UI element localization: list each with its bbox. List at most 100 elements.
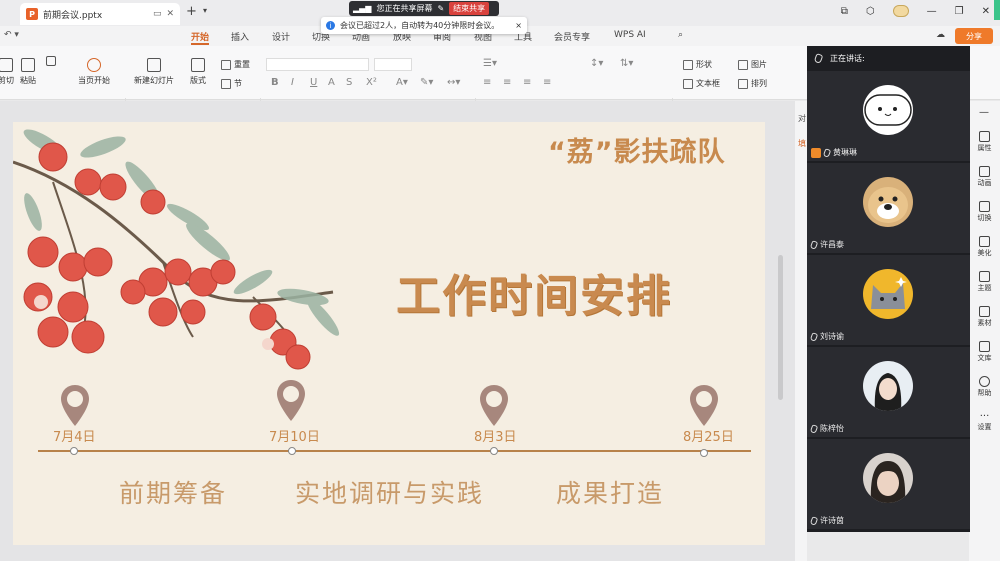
mic-muted-icon xyxy=(822,147,832,158)
signal-icon: ▂▄▆ xyxy=(353,4,372,13)
layout-button[interactable]: 版式 xyxy=(190,58,206,86)
image-icon xyxy=(738,59,748,70)
new-slide-label: 新建幻灯片 xyxy=(134,76,174,85)
sidebar-item-assets[interactable]: 素材 xyxy=(969,306,1000,328)
search-icon[interactable]: ⌕ xyxy=(678,30,683,40)
copy-icon xyxy=(46,56,56,66)
back-icon[interactable]: ↶ ▾ xyxy=(4,30,19,40)
user-avatar[interactable] xyxy=(892,5,909,17)
close-window-icon[interactable]: ✕ xyxy=(982,6,990,17)
sidebar-item-theme[interactable]: 主题 xyxy=(969,271,1000,293)
font-size-select[interactable] xyxy=(374,58,412,71)
participant-tile[interactable]: 刘诗谕 xyxy=(807,255,970,345)
avatar xyxy=(863,85,913,135)
pane-tab-label[interactable]: 填 xyxy=(798,138,806,149)
bold-icon[interactable]: B xyxy=(271,77,279,88)
sidebar-item-transition[interactable]: 切换 xyxy=(969,201,1000,223)
mic-muted-icon xyxy=(809,515,819,526)
new-slide-button[interactable]: 新建幻灯片 xyxy=(134,58,174,86)
share-label: 分享 xyxy=(966,31,982,41)
milestone-date: 7月4日 xyxy=(53,430,96,445)
menu-member[interactable]: 会员专享 xyxy=(554,30,590,43)
arrange-label: 排列 xyxy=(751,79,767,88)
strikethrough-icon[interactable]: S xyxy=(346,77,352,88)
notice-close-icon[interactable]: × xyxy=(515,21,522,30)
textbox-label: 文本框 xyxy=(696,79,720,88)
slide[interactable]: “荔”影扶疏队 工作时间安排 7月4日 前期筹备 7月10日 实地调研与实践 8… xyxy=(13,122,765,545)
milestone-phase: 成果打造 xyxy=(556,479,665,508)
highlight-icon[interactable]: ✎▾ xyxy=(420,77,433,88)
maximize-icon[interactable]: ❐ xyxy=(955,6,964,17)
minimize-icon[interactable]: — xyxy=(927,6,937,17)
sidebar-item-beautify[interactable]: 美化 xyxy=(969,236,1000,258)
section-label: 节 xyxy=(234,79,242,88)
cut-label: 剪切 xyxy=(0,76,14,85)
active-tab-indicator xyxy=(191,43,209,45)
char-spacing-icon[interactable]: ↔▾ xyxy=(447,77,460,88)
sidebar-item-library[interactable]: 文库 xyxy=(969,341,1000,363)
milestone-date: 8月25日 xyxy=(683,430,734,445)
align-left-icon[interactable]: ≡ xyxy=(483,77,491,88)
shape-button[interactable]: 形状 xyxy=(683,59,712,70)
sidebar-item-animation[interactable]: 动画 xyxy=(969,166,1000,188)
annotate-icon[interactable]: ✎ xyxy=(437,4,444,13)
textbox-button[interactable]: 文本框 xyxy=(683,78,720,89)
participant-tile[interactable]: 黄琳琳 xyxy=(807,71,970,161)
paste-button[interactable]: 粘贴 xyxy=(20,58,36,86)
task-pane-edge: 对 填 xyxy=(795,101,807,561)
participant-tile[interactable]: 许昌泰 xyxy=(807,163,970,253)
italic-icon[interactable]: I xyxy=(291,77,294,88)
end-share-button[interactable]: 结束共享 xyxy=(449,2,490,15)
sidebar-label: 属性 xyxy=(977,144,992,152)
cube-icon[interactable]: ⬡ xyxy=(866,6,875,17)
sidebar-label: 切换 xyxy=(977,214,992,222)
more-icon: ··· xyxy=(979,411,990,422)
share-button[interactable]: 分享 xyxy=(955,28,993,44)
play-current-button[interactable]: 当页开始 xyxy=(78,58,110,86)
menu-wps-ai[interactable]: WPS AI xyxy=(614,30,646,40)
font-family-select[interactable] xyxy=(266,58,369,71)
file-tab[interactable]: P 前期会议.pptx ▭ ✕ xyxy=(20,3,180,25)
image-button[interactable]: 图片 xyxy=(738,59,767,70)
sidebar-item-settings[interactable]: ··· 设置 xyxy=(969,411,1000,432)
share-status: 您正在共享屏幕 xyxy=(376,4,433,13)
new-tab-button[interactable]: + xyxy=(186,4,197,19)
format-painter-button[interactable] xyxy=(46,56,56,69)
superscript-icon[interactable]: X² xyxy=(366,77,377,88)
align-right-icon[interactable]: ≡ xyxy=(523,77,531,88)
cut-button[interactable]: 剪切 xyxy=(0,58,14,86)
vertical-scrollbar[interactable] xyxy=(778,255,783,400)
bullet-list-icon[interactable]: ☰▾ xyxy=(483,58,497,69)
menu-insert[interactable]: 插入 xyxy=(231,30,249,43)
sidebar-item-help[interactable]: 帮助 xyxy=(969,376,1000,398)
window-restore-icon[interactable]: ▭ xyxy=(153,9,162,19)
tab-close-icon[interactable]: ✕ xyxy=(166,9,174,19)
line-spacing-icon[interactable]: ↕▾ xyxy=(590,58,603,69)
text-shadow-icon[interactable]: A xyxy=(328,77,335,88)
participant-tile[interactable]: 陈梓怡 xyxy=(807,347,970,437)
menu-home[interactable]: 开始 xyxy=(191,30,209,43)
location-pin-icon xyxy=(690,385,718,426)
sidebar-item-properties[interactable]: 属性 xyxy=(969,131,1000,153)
text-direction-icon[interactable]: ⇅▾ xyxy=(620,58,633,69)
tab-list-dropdown-icon[interactable]: ▾ xyxy=(203,6,207,15)
timeline-dot xyxy=(288,447,296,455)
align-center-icon[interactable]: ≡ xyxy=(503,77,511,88)
collapse-icon[interactable]: — xyxy=(979,107,989,118)
cloud-icon[interactable]: ☁ xyxy=(936,30,945,40)
restore-layout-icon[interactable]: ⧉ xyxy=(841,6,848,17)
shape-icon xyxy=(683,59,693,70)
underline-icon[interactable]: U xyxy=(310,77,317,88)
font-color-icon[interactable]: A▾ xyxy=(396,77,408,88)
section-button[interactable]: 节 xyxy=(221,78,242,89)
participant-tile[interactable]: 许诗茵 xyxy=(807,439,970,529)
location-pin-icon xyxy=(61,385,89,426)
arrange-button[interactable]: 排列 xyxy=(738,78,767,89)
sidebar-label: 主题 xyxy=(977,284,992,292)
pane-tab-label[interactable]: 对 xyxy=(798,113,806,124)
justify-icon[interactable]: ≡ xyxy=(543,77,551,88)
sidebar-label: 文库 xyxy=(977,354,992,362)
reset-button[interactable]: 重置 xyxy=(221,59,250,70)
menu-design[interactable]: 设计 xyxy=(272,30,290,43)
speaking-indicator: 正在讲话: xyxy=(807,46,970,70)
